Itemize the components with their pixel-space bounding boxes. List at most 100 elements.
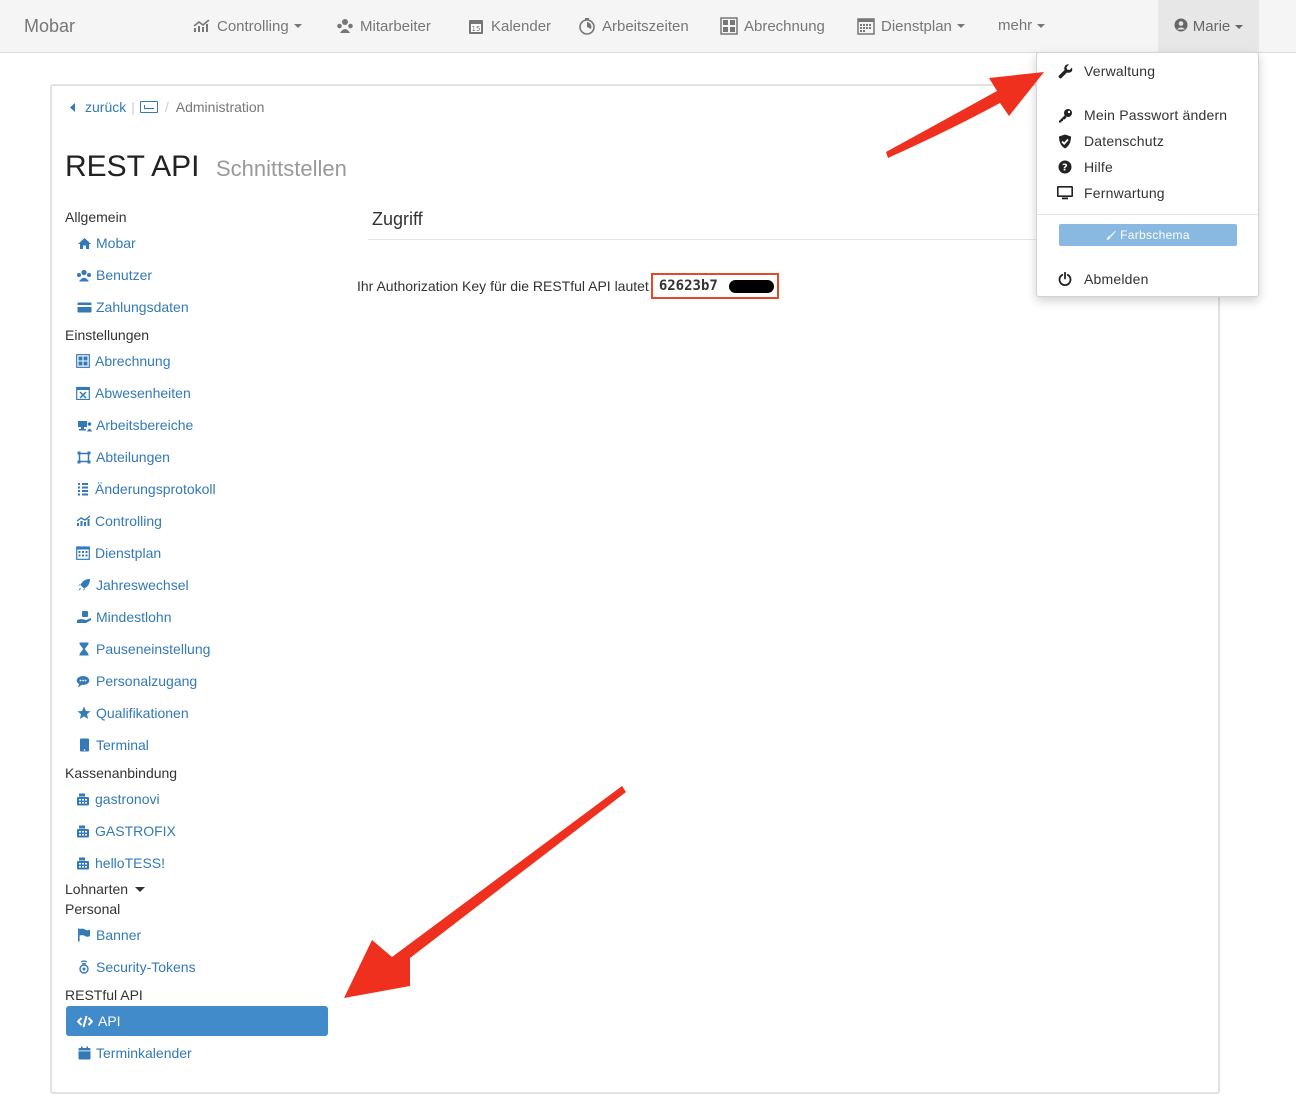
sidebar-item-jahreswechsel[interactable]: Jahreswechsel	[76, 577, 189, 593]
caret-down-icon	[293, 24, 302, 28]
sidebar-heading-restful-api: RESTful API	[65, 987, 143, 1003]
sidebar-heading-lohnarten[interactable]: Lohnarten	[65, 881, 146, 897]
sidebar-item-pauseneinstellung[interactable]: Pauseneinstellung	[76, 641, 210, 657]
calendar-x-icon	[75, 386, 91, 400]
nav-mitarbeiter-label: Mitarbeiter	[360, 17, 431, 35]
back-link[interactable]: zurück	[70, 99, 126, 115]
auth-key-text: Ihr Authorization Key für die RESTful AP…	[357, 278, 649, 294]
sidebar-item-controlling[interactable]: Controlling	[75, 513, 162, 529]
nav-mitarbeiter[interactable]: Mitarbeiter	[336, 17, 431, 35]
sidebar-item-benutzer[interactable]: Benutzer	[76, 267, 152, 283]
sidebar-item-arbeitsbereiche[interactable]: Arbeitsbereiche	[76, 417, 193, 433]
sidebar-item-hellotess[interactable]: helloTESS!	[75, 855, 165, 871]
auth-key-visible: 62623b7	[658, 278, 718, 294]
sidebar-heading-label: Lohnarten	[65, 881, 129, 897]
workplace-icon	[76, 418, 92, 432]
sidebar-item-label: Mindestlohn	[96, 609, 172, 625]
menu-item-label: Verwaltung	[1084, 63, 1156, 79]
sidebar-item-security-tokens[interactable]: Security-Tokens	[76, 959, 196, 975]
schedule-icon	[75, 546, 91, 560]
sidebar-item-label: helloTESS!	[95, 855, 166, 871]
hourglass-icon	[76, 642, 92, 656]
sidebar-item-personalzugang[interactable]: Personalzugang	[76, 673, 197, 689]
back-link-label: zurück	[85, 99, 127, 115]
sidebar-heading-personal: Personal	[65, 901, 121, 917]
wrench-icon	[1057, 63, 1073, 79]
shield-check-icon	[1057, 133, 1073, 149]
question-circle-icon: ?	[1057, 159, 1073, 175]
sidebar-item-gastrofix[interactable]: GASTROFIX	[75, 823, 176, 839]
dashboard-icon[interactable]	[139, 101, 158, 113]
menu-item-passwort[interactable]: Mein Passwort ändern	[1057, 107, 1227, 123]
sidebar-item-label: Controlling	[95, 513, 162, 529]
user-menu-toggle[interactable]: Marie	[1158, 0, 1259, 53]
sidebar-item-mobar[interactable]: Mobar	[76, 235, 136, 251]
breadcrumb: zurück | / Administration	[70, 99, 264, 115]
nav-mehr[interactable]: mehr	[998, 17, 1046, 34]
top-navbar: Mobar Controlling Mitarbeiter 15 Kalende…	[0, 0, 1296, 53]
sidebar-item-zahlungsdaten[interactable]: Zahlungsdaten	[76, 299, 189, 315]
nav-arbeitszeiten[interactable]: Arbeitszeiten	[578, 17, 689, 35]
cash-register-icon	[75, 824, 91, 838]
home-icon	[76, 236, 92, 250]
menu-divider	[1037, 214, 1258, 215]
key-fob-icon	[76, 960, 92, 974]
user-circle-icon	[1174, 18, 1188, 36]
sidebar-heading-allgemein: Allgemein	[65, 209, 127, 225]
nav-dienstplan[interactable]: Dienstplan	[857, 17, 965, 35]
sidebar-item-dienstplan[interactable]: Dienstplan	[75, 545, 161, 561]
sidebar-item-label: Mobar	[96, 235, 136, 251]
sidebar-item-label: Abrechnung	[95, 353, 171, 369]
sidebar-item-abteilungen[interactable]: Abteilungen	[76, 449, 170, 465]
brand-logo[interactable]: Mobar	[24, 16, 75, 37]
sidebar-item-label: Terminal	[96, 737, 149, 753]
auth-key-value[interactable]: 62623b7	[650, 273, 779, 299]
menu-item-datenschutz[interactable]: Datenschutz	[1057, 133, 1164, 149]
nav-abrechnung[interactable]: Abrechnung	[720, 17, 825, 35]
sidebar-item-label: Banner	[96, 927, 142, 943]
menu-item-label: Datenschutz	[1084, 133, 1165, 149]
cash-register-icon	[75, 792, 91, 806]
sidebar-item-aenderungsprotokoll[interactable]: Änderungsprotokoll	[75, 481, 216, 497]
sidebar-item-qualifikationen[interactable]: Qualifikationen	[76, 705, 189, 721]
sidebar-item-terminkalender[interactable]: Terminkalender	[76, 1045, 192, 1061]
menu-item-label: Hilfe	[1084, 159, 1114, 175]
sidebar-item-mindestlohn[interactable]: Mindestlohn	[76, 609, 172, 625]
sidebar-item-abrechnung[interactable]: Abrechnung	[75, 353, 171, 369]
menu-item-hilfe[interactable]: ? Hilfe	[1057, 159, 1113, 175]
sidebar-item-terminal[interactable]: Terminal	[76, 737, 149, 753]
caret-left-icon	[70, 102, 75, 112]
rocket-icon	[76, 578, 92, 592]
sidebar-heading-kassenanbindung: Kassenanbindung	[65, 765, 178, 781]
sidebar-item-banner[interactable]: Banner	[76, 927, 141, 943]
breadcrumb-current: Administration	[175, 99, 265, 115]
menu-item-fernwartung[interactable]: Fernwartung	[1057, 185, 1165, 201]
caret-down-icon	[1235, 24, 1244, 29]
nav-controlling[interactable]: Controlling	[193, 17, 302, 35]
menu-item-abmelden[interactable]: Abmelden	[1057, 271, 1149, 287]
farbschema-button[interactable]: Farbschema	[1059, 224, 1237, 246]
sidebar-item-label: Zahlungsdaten	[96, 299, 189, 315]
sidebar-item-api[interactable]: API	[66, 1006, 328, 1036]
nav-mehr-label: mehr	[998, 17, 1033, 34]
calendar-icon: 15	[467, 17, 485, 35]
users-icon	[336, 17, 354, 35]
sidebar-item-label: Änderungsprotokoll	[95, 481, 216, 497]
flag-icon	[76, 928, 92, 942]
sidebar-item-gastronovi[interactable]: gastronovi	[75, 791, 160, 807]
monitor-icon	[1057, 185, 1073, 201]
sidebar-item-abwesenheiten[interactable]: Abwesenheiten	[75, 385, 191, 401]
calculator-icon	[75, 354, 91, 368]
nav-dienstplan-label: Dienstplan	[881, 17, 952, 35]
nav-kalender-label: Kalender	[491, 17, 552, 35]
section-heading-zugriff: Zugriff	[368, 209, 1048, 240]
redaction-mark	[728, 280, 774, 293]
breadcrumb-separator: /	[164, 99, 169, 115]
sidebar-item-label: gastronovi	[95, 791, 160, 807]
sidebar-item-label: Terminkalender	[96, 1045, 192, 1061]
nav-abrechnung-label: Abrechnung	[744, 17, 825, 35]
nav-kalender[interactable]: 15 Kalender	[467, 17, 551, 35]
menu-item-verwaltung[interactable]: Verwaltung	[1057, 63, 1155, 79]
sidebar-item-label: Pauseneinstellung	[96, 641, 211, 657]
calculator-icon	[720, 17, 738, 35]
